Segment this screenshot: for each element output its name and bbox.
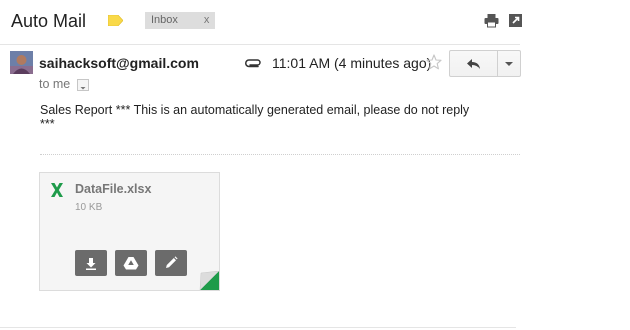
attachment-card[interactable]: DataFile.xlsx 10 KB [39, 172, 220, 291]
more-actions-button[interactable] [498, 50, 521, 77]
reply-button[interactable] [449, 50, 498, 77]
remove-label-button[interactable]: x [204, 12, 210, 29]
recipient-details-button[interactable] [77, 79, 89, 91]
attachments-divider [40, 154, 520, 155]
message-bottom-divider [0, 327, 516, 328]
email-view: Auto Mail Inbox x saihacksoft@gmail.com … [0, 0, 630, 330]
attachment-file-size: 10 KB [75, 202, 103, 213]
new-window-icon[interactable] [508, 13, 523, 28]
chevron-down-icon [505, 61, 513, 66]
message-body-line: Sales Report *** This is an automaticall… [40, 103, 470, 117]
email-subject: Auto Mail [11, 11, 87, 31]
star-outline-icon[interactable] [426, 54, 442, 70]
download-button[interactable] [75, 250, 107, 276]
paperclip-icon [245, 59, 261, 68]
edit-icon [166, 256, 178, 268]
message-body-line: *** [40, 117, 55, 131]
inbox-label-text: Inbox [151, 14, 178, 26]
recipient-label: to me [39, 77, 71, 91]
chevron-down-icon [80, 87, 86, 90]
inbox-label-chip[interactable]: Inbox x [145, 12, 216, 29]
sender-email[interactable]: saihacksoft@gmail.com [39, 55, 199, 72]
save-to-drive-button[interactable] [115, 250, 147, 276]
attachment-file-name[interactable]: DataFile.xlsx [75, 182, 151, 197]
sheets-corner-icon [199, 271, 219, 290]
message-timestamp: 11:01 AM (4 minutes ago) [272, 55, 432, 71]
reply-icon [466, 58, 480, 69]
avatar-photo [10, 51, 33, 74]
download-icon [86, 257, 96, 270]
message-body: Sales Report *** This is an automaticall… [40, 103, 510, 131]
reply-button-group [449, 50, 521, 77]
drive-icon [123, 257, 139, 270]
excel-icon [51, 183, 63, 197]
header-divider [0, 44, 520, 45]
print-icon[interactable] [484, 13, 499, 28]
label-tag-icon[interactable] [108, 15, 123, 26]
sender-avatar[interactable] [10, 51, 33, 74]
